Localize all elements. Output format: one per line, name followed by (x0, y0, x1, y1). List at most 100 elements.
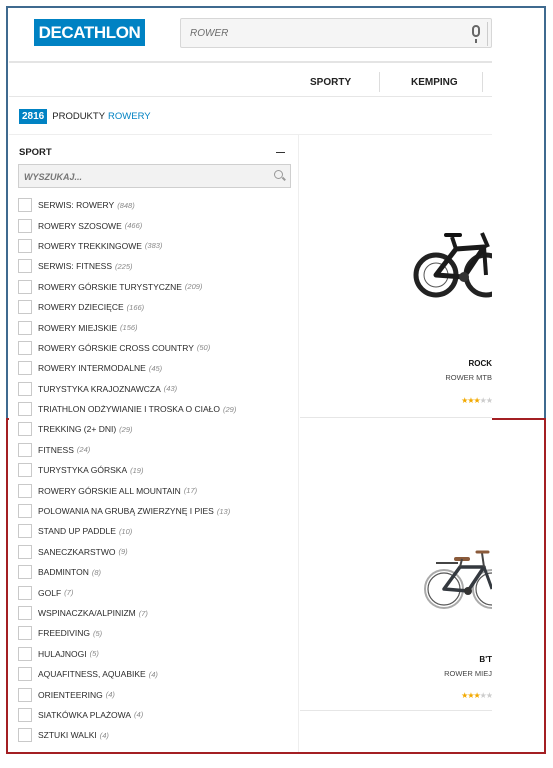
facet-option-label[interactable]: SIATKÓWKA PLAŻOWA (38, 710, 131, 720)
facet-search-field[interactable]: WYSZUKAJ... (18, 164, 291, 188)
checkbox[interactable] (18, 340, 32, 355)
facet-option[interactable]: SIATKÓWKA PLAŻOWA (4) (18, 705, 298, 725)
facet-option-label[interactable]: ROWERY MIEJSKIE (38, 323, 117, 333)
facet-option-label[interactable]: ROWERY DZIECIĘCE (38, 302, 124, 312)
facet-option[interactable]: ROWERY INTERMODALNE (45) (18, 358, 298, 378)
facet-option-label[interactable]: ROWERY SZOSOWE (38, 221, 122, 231)
checkbox[interactable] (18, 707, 32, 722)
facet-option[interactable]: TURYSTYKA GÓRSKA (19) (18, 460, 298, 480)
facet-option-label[interactable]: WSPINACZKA/ALPINIZM (38, 608, 136, 618)
product-card[interactable]: ROCK ROWER MTB ★★★★★ (300, 135, 492, 409)
mountain-bike-image[interactable] (412, 219, 492, 309)
checkbox[interactable] (18, 402, 32, 417)
checkbox[interactable] (18, 687, 32, 702)
facet-option[interactable]: GOLF (7) (18, 582, 298, 602)
facet-option[interactable]: SANECZKARSTWO (9) (18, 542, 298, 562)
checkbox[interactable] (18, 279, 32, 294)
facet-option[interactable]: FITNESS (24) (18, 440, 298, 460)
facet-option[interactable]: ROWERY GÓRSKIE ALL MOUNTAIN (17) (18, 480, 298, 500)
facet-option-label[interactable]: HULAJNOGI (38, 649, 87, 659)
facet-option[interactable]: AQUAFITNESS, AQUABIKE (4) (18, 664, 298, 684)
facet-option[interactable]: SERWIS: FITNESS (225) (18, 256, 298, 276)
facet-option-label[interactable]: ORIENTEERING (38, 690, 103, 700)
product-card[interactable]: B'T ROWER MIEJ ★★★★★ (300, 443, 492, 717)
checkbox[interactable] (18, 504, 32, 519)
city-bike-image[interactable] (422, 541, 492, 621)
facet-option-label[interactable]: GOLF (38, 588, 61, 598)
facet-option-label[interactable]: TURYSTYKA GÓRSKA (38, 465, 127, 475)
facet-option-label[interactable]: STAND UP PADDLE (38, 526, 116, 536)
checkbox[interactable] (18, 218, 32, 233)
facet-search-placeholder[interactable]: WYSZUKAJ... (24, 172, 82, 182)
nav-item-sporty[interactable]: SPORTY (310, 77, 351, 88)
facet-option-label[interactable]: FITNESS (38, 445, 74, 455)
facet-option[interactable]: TURYSTYKA KRAJOZNAWCZA (43) (18, 379, 298, 399)
checkbox[interactable] (18, 667, 32, 682)
checkbox[interactable] (18, 381, 32, 396)
facet-option-label[interactable]: POLOWANIA NA GRUBĄ ZWIERZYNĘ I PIES (38, 506, 214, 516)
facet-option[interactable]: ROWERY SZOSOWE (466) (18, 215, 298, 235)
checkbox[interactable] (18, 422, 32, 437)
facet-option-label[interactable]: ROWERY TREKKINGOWE (38, 241, 142, 251)
facet-option-label[interactable]: ROWERY GÓRSKIE CROSS COUNTRY (38, 343, 194, 353)
checkbox[interactable] (18, 728, 32, 743)
facet-option-label[interactable]: ROWERY GÓRSKIE ALL MOUNTAIN (38, 486, 181, 496)
product-separator (300, 417, 492, 418)
facet-option[interactable]: STAND UP PADDLE (10) (18, 521, 298, 541)
facet-option[interactable]: ORIENTEERING (4) (18, 684, 298, 704)
facet-option[interactable]: ROWERY GÓRSKIE CROSS COUNTRY (50) (18, 338, 298, 358)
checkbox[interactable] (18, 606, 32, 620)
facet-option[interactable]: ROWERY DZIECIĘCE (166) (18, 297, 298, 317)
nav-item-kemping[interactable]: KEMPING (411, 77, 458, 88)
search-divider (487, 22, 488, 46)
facet-option[interactable]: HULAJNOGI (5) (18, 644, 298, 664)
facet-option-label[interactable]: FREEDIVING (38, 628, 90, 638)
collapse-icon[interactable] (276, 152, 285, 153)
checkbox[interactable] (18, 544, 32, 559)
search-icon[interactable] (274, 170, 283, 179)
checkbox[interactable] (18, 585, 32, 600)
facet-option-label[interactable]: ROWERY GÓRSKIE TURYSTYCZNE (38, 282, 182, 292)
facet-option-label[interactable]: SANECZKARSTWO (38, 547, 115, 557)
facet-option-label[interactable]: AQUAFITNESS, AQUABIKE (38, 669, 146, 679)
checkbox[interactable] (18, 646, 32, 661)
checkbox[interactable] (18, 300, 32, 315)
facet-option-label[interactable]: BADMINTON (38, 567, 89, 577)
checkbox[interactable] (18, 198, 32, 213)
facet-option[interactable]: ROWERY GÓRSKIE TURYSTYCZNE (209) (18, 277, 298, 297)
checkbox[interactable] (18, 483, 32, 498)
facet-option-label[interactable]: SERWIS: FITNESS (38, 261, 112, 271)
checkbox[interactable] (18, 463, 32, 478)
facet-option-label[interactable]: ROWERY INTERMODALNE (38, 363, 146, 373)
facet-option[interactable]: ROWERY MIEJSKIE (156) (18, 317, 298, 337)
facet-option[interactable]: BADMINTON (8) (18, 562, 298, 582)
checkbox[interactable] (18, 238, 32, 253)
facet-option[interactable]: POLOWANIA NA GRUBĄ ZWIERZYNĘ I PIES (13) (18, 501, 298, 521)
facet-option-label[interactable]: TRIATHLON ODŻYWIANIE I TROSKA O CIAŁO (38, 404, 220, 414)
checkbox[interactable] (18, 524, 32, 539)
checkbox[interactable] (18, 565, 32, 580)
facet-option[interactable]: WSPINACZKA/ALPINIZM (7) (18, 603, 298, 623)
search-bar[interactable]: ROWER (180, 18, 492, 48)
facet-option[interactable]: SERWIS: ROWERY (848) (18, 195, 298, 215)
facet-option-label[interactable]: SERWIS: ROWERY (38, 200, 114, 210)
facet-option[interactable]: TRIATHLON ODŻYWIANIE I TROSKA O CIAŁO (29… (18, 399, 298, 419)
facet-option-label[interactable]: TREKKING (2+ DNI) (38, 424, 116, 434)
result-category-link[interactable]: ROWERY (108, 111, 151, 122)
facet-option[interactable]: TREKKING (2+ DNI) (29) (18, 419, 298, 439)
product-name[interactable]: B'T (479, 655, 492, 664)
decathlon-logo[interactable]: DECATHLON (34, 19, 145, 46)
facet-option[interactable]: SZTUKI WALKI (4) (18, 725, 298, 745)
checkbox[interactable] (18, 259, 32, 274)
product-name[interactable]: ROCK (468, 359, 492, 368)
checkbox[interactable] (18, 626, 32, 641)
facet-option-label[interactable]: SZTUKI WALKI (38, 730, 97, 740)
facet-option[interactable]: FREEDIVING (5) (18, 623, 298, 643)
checkbox[interactable] (18, 361, 32, 376)
facet-option-label[interactable]: TURYSTYKA KRAJOZNAWCZA (38, 384, 161, 394)
checkbox[interactable] (18, 320, 32, 335)
facet-option[interactable]: ROWERY TREKKINGOWE (383) (18, 236, 298, 256)
checkbox[interactable] (18, 442, 32, 457)
microphone-icon[interactable] (472, 25, 480, 43)
search-input[interactable]: ROWER (190, 28, 228, 39)
